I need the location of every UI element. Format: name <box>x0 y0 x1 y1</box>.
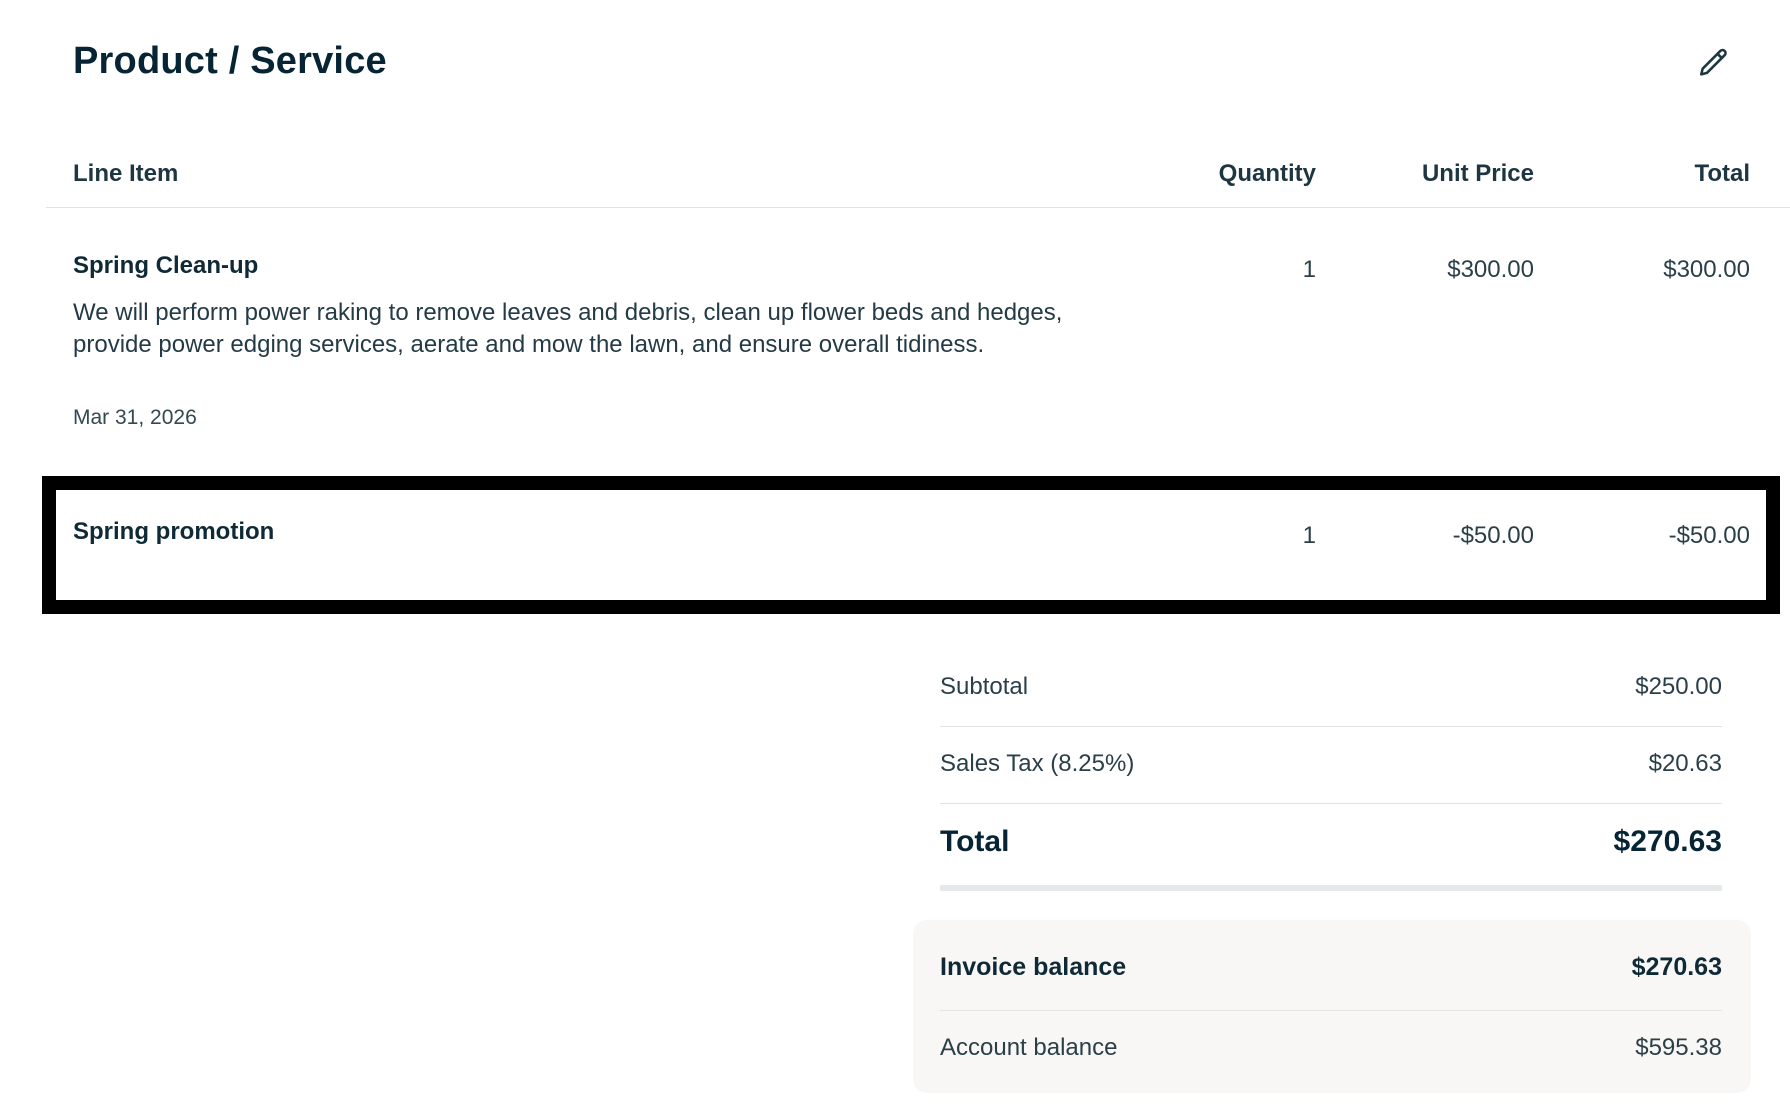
line-item-total: $300.00 <box>1663 256 1750 283</box>
sales-tax-label: Sales Tax (8.25%) <box>940 750 1135 777</box>
column-header-line-item: Line Item <box>73 160 179 187</box>
line-item-date: Mar 31, 2026 <box>73 406 197 429</box>
account-balance-value: $595.38 <box>1635 1034 1722 1061</box>
edit-button[interactable] <box>1695 44 1733 82</box>
column-header-total: Total <box>1694 160 1750 187</box>
page-title: Product / Service <box>73 40 387 82</box>
line-item-total: -$50.00 <box>1668 522 1750 549</box>
column-header-quantity: Quantity <box>1218 160 1316 187</box>
invoice-balance-label: Invoice balance <box>940 953 1127 981</box>
balance-divider <box>940 1010 1722 1011</box>
balance-panel <box>913 920 1751 1093</box>
subtotal-label: Subtotal <box>940 673 1029 700</box>
sales-tax-value: $20.63 <box>1648 750 1722 777</box>
total-divider <box>940 885 1722 891</box>
line-item-name: Spring promotion <box>73 518 275 545</box>
line-item-description: We will perform power raking to remove l… <box>73 299 1063 358</box>
line-item-unit-price: -$50.00 <box>1452 522 1534 549</box>
line-item-quantity: 1 <box>1302 256 1316 283</box>
line-item-name: Spring Clean-up <box>73 252 259 279</box>
subtotal-value: $250.00 <box>1635 673 1722 700</box>
summary-divider <box>940 726 1722 727</box>
pencil-icon <box>1699 48 1727 76</box>
header-divider <box>46 207 1790 208</box>
line-item-unit-price: $300.00 <box>1447 256 1534 283</box>
summary-divider <box>940 803 1722 804</box>
invoice-balance-value: $270.63 <box>1631 953 1722 981</box>
total-value: $270.63 <box>1613 825 1722 858</box>
account-balance-label: Account balance <box>940 1034 1118 1061</box>
line-item-quantity: 1 <box>1302 522 1316 549</box>
column-header-unit-price: Unit Price <box>1421 160 1534 187</box>
total-label: Total <box>940 825 1010 858</box>
